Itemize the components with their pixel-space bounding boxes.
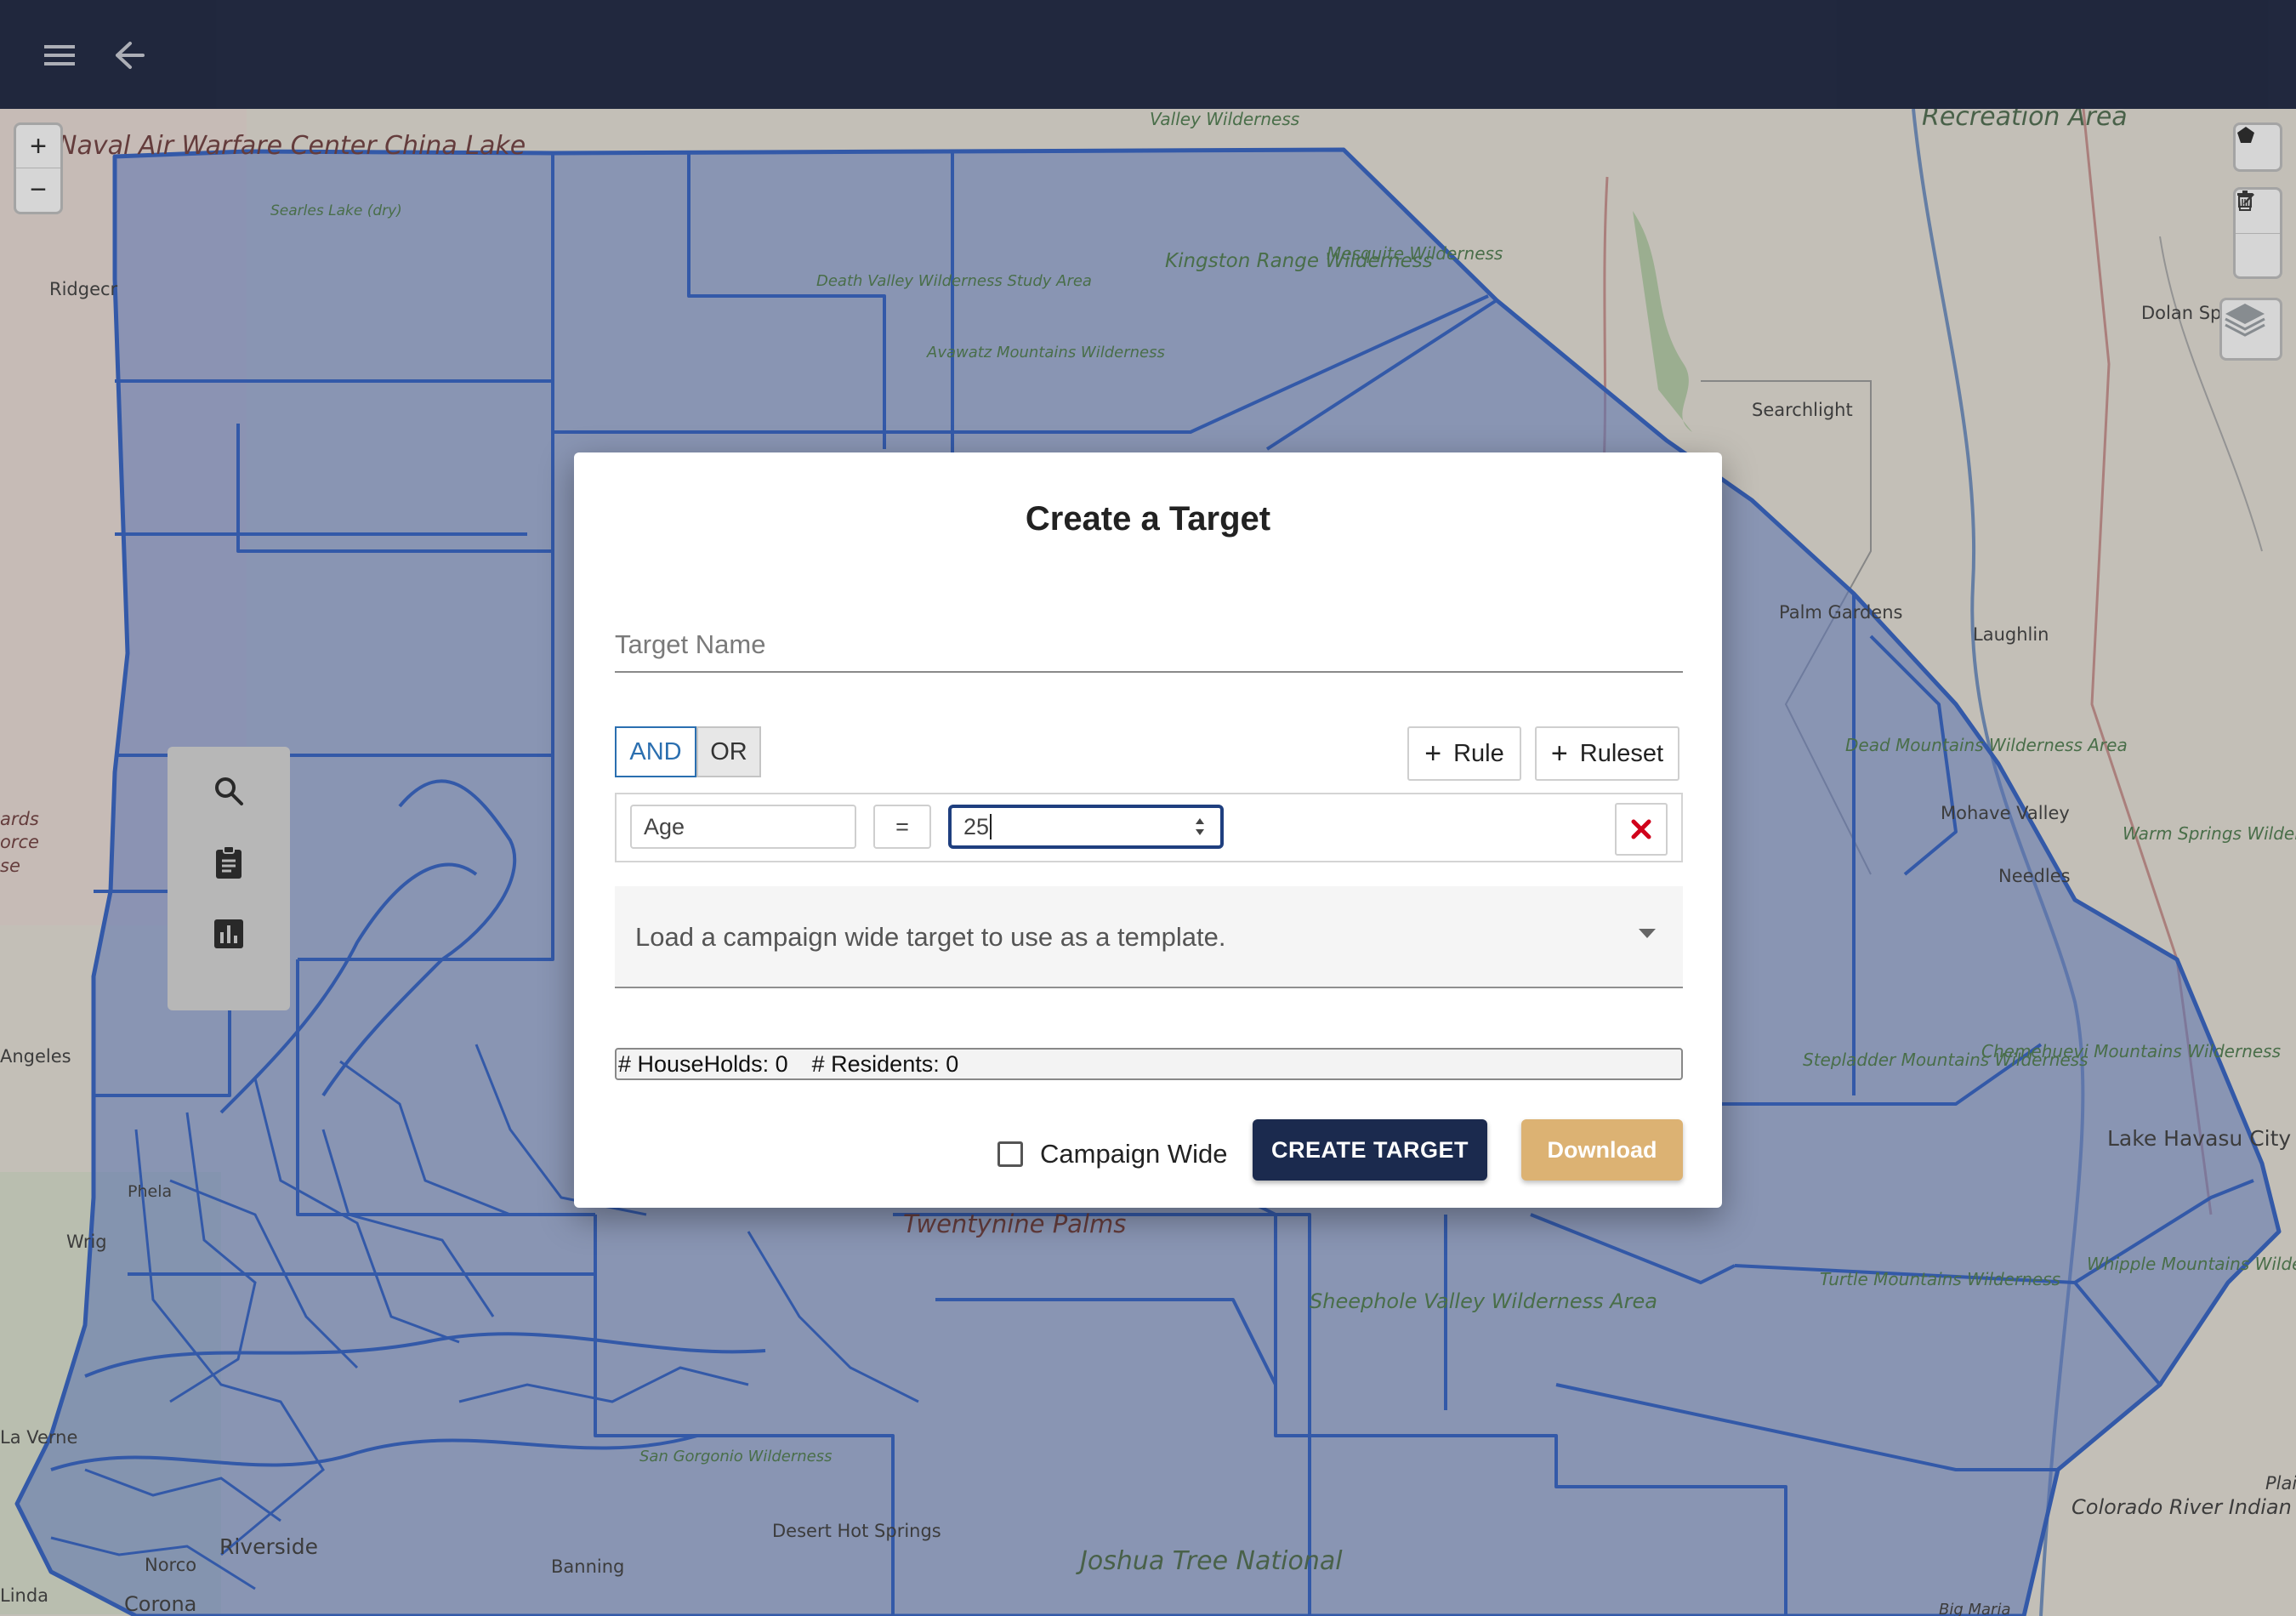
add-rule-label: Rule [1453, 739, 1504, 767]
template-select[interactable]: Load a campaign wide target to use as a … [615, 886, 1683, 988]
add-ruleset-label: Ruleset [1579, 739, 1664, 767]
rule-operator-select[interactable]: = [873, 805, 931, 849]
template-select-label: Load a campaign wide target to use as a … [635, 922, 1226, 952]
target-name-field [615, 618, 1683, 673]
create-target-dialog: Create a Target AND OR + Rule + Ruleset … [574, 452, 1722, 1208]
stepper-icon[interactable] [1193, 815, 1207, 839]
rule-field-value: Age [644, 813, 685, 839]
dialog-title: Create a Target [1025, 500, 1271, 538]
rule-field-select[interactable]: Age [630, 805, 856, 849]
plus-icon: + [1424, 737, 1442, 770]
campaign-wide-label: Campaign Wide [1040, 1139, 1228, 1169]
rule-operator-value: = [895, 813, 909, 839]
combinator-toggle: AND OR [615, 726, 761, 777]
plus-icon: + [1550, 737, 1568, 770]
and-toggle[interactable]: AND [615, 726, 696, 777]
download-button[interactable]: Download [1521, 1119, 1683, 1181]
text-cursor [990, 814, 992, 839]
rule-value-input[interactable]: 25 [948, 805, 1224, 849]
residents-count: # Residents: 0 [811, 1050, 959, 1077]
target-name-input[interactable] [615, 618, 1683, 671]
chevron-down-icon [1639, 929, 1656, 938]
or-toggle[interactable]: OR [696, 726, 761, 777]
households-count: # HouseHolds: 0 [618, 1050, 788, 1077]
rule-value-text: 25 [963, 813, 990, 839]
create-target-button[interactable]: CREATE TARGET [1253, 1119, 1487, 1181]
delete-rule-button[interactable] [1615, 803, 1668, 856]
rule-row: Age = 25 [615, 793, 1683, 862]
checkbox-box[interactable] [997, 1141, 1023, 1167]
campaign-wide-checkbox[interactable]: Campaign Wide [997, 1124, 1228, 1184]
add-ruleset-button[interactable]: + Ruleset [1535, 726, 1679, 781]
counts-bar: # HouseHolds: 0 # Residents: 0 [615, 1048, 1683, 1080]
close-icon [1631, 819, 1651, 839]
add-rule-button[interactable]: + Rule [1407, 726, 1521, 781]
